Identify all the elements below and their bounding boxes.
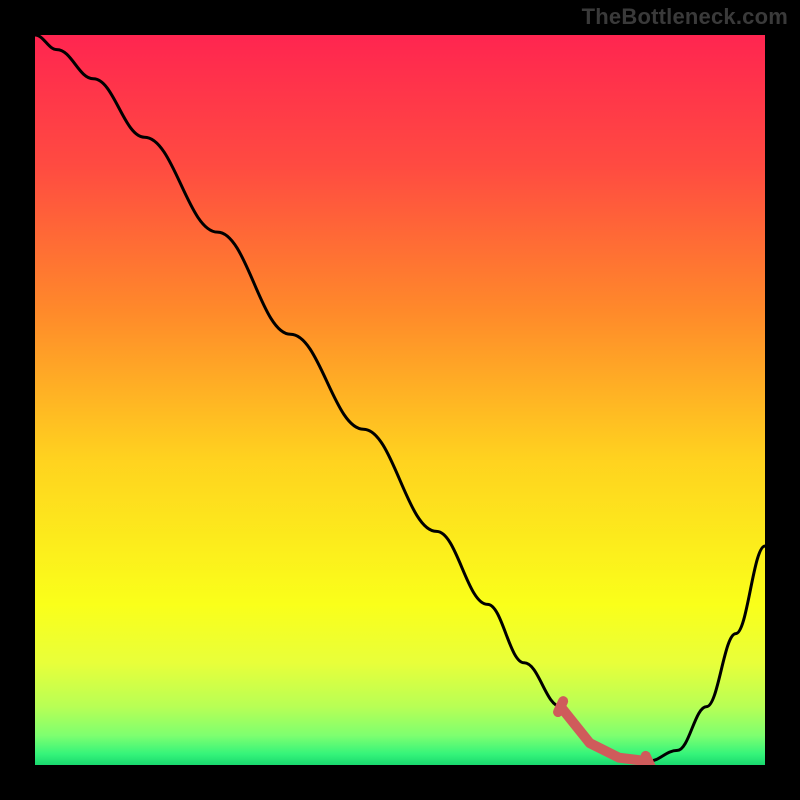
watermark-text: TheBottleneck.com xyxy=(582,4,788,30)
gradient-background xyxy=(35,35,765,765)
plot-area xyxy=(35,35,765,765)
highlight-cap xyxy=(558,701,563,712)
chart-container: TheBottleneck.com xyxy=(0,0,800,800)
chart-svg xyxy=(35,35,765,765)
highlight-cap xyxy=(646,756,651,765)
